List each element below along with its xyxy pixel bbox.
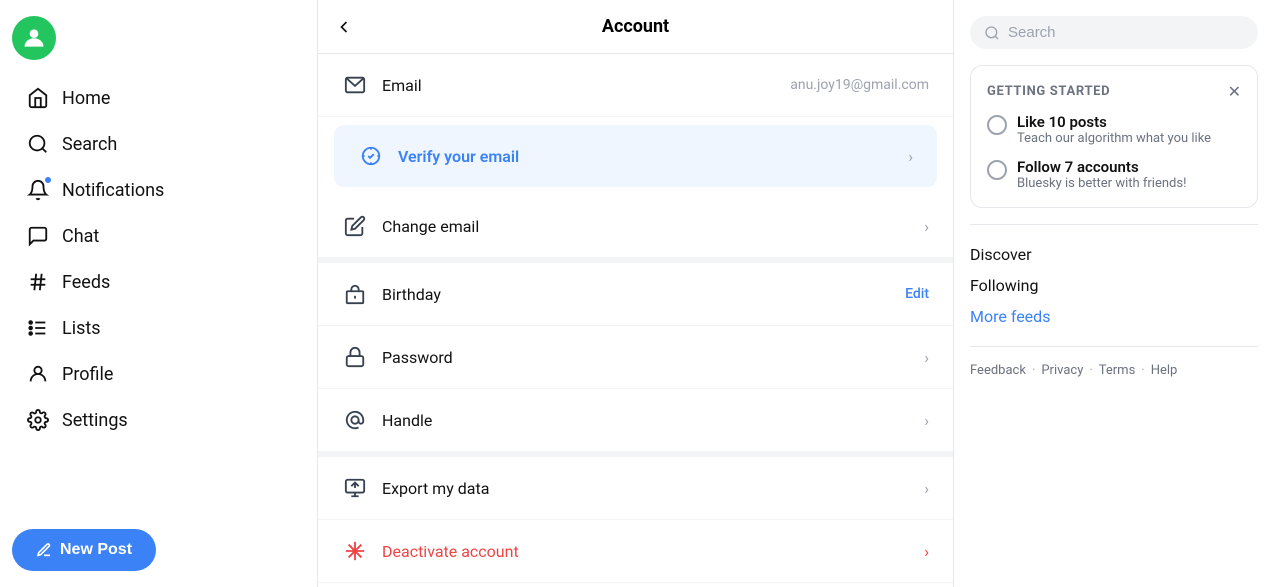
hash-icon bbox=[26, 270, 50, 294]
verify-email-row[interactable]: Verify your email › bbox=[334, 125, 937, 187]
bell-icon bbox=[26, 178, 50, 202]
email-label: Email bbox=[382, 76, 776, 95]
chat-icon bbox=[26, 224, 50, 248]
sidebar-item-label: Settings bbox=[62, 410, 128, 431]
divider bbox=[970, 224, 1258, 225]
change-email-row[interactable]: Change email › bbox=[318, 195, 953, 257]
divider-2 bbox=[970, 346, 1258, 347]
gs-circle bbox=[987, 160, 1007, 180]
email-row[interactable]: Email anu.joy19@gmail.com bbox=[318, 54, 953, 117]
delete-account-row[interactable]: Delete account › bbox=[318, 583, 953, 587]
sidebar-item-home[interactable]: Home bbox=[12, 76, 305, 120]
envelope-icon bbox=[342, 72, 368, 98]
search-container[interactable] bbox=[970, 16, 1258, 49]
page-title: Account bbox=[602, 16, 669, 37]
main-header: Account bbox=[318, 0, 953, 54]
password-row[interactable]: Password › bbox=[318, 326, 953, 389]
sidebar-item-settings[interactable]: Settings bbox=[12, 398, 305, 442]
gear-icon bbox=[26, 408, 50, 432]
new-post-button[interactable]: New Post bbox=[12, 529, 156, 571]
search-icon bbox=[984, 25, 1000, 41]
sidebar-item-search[interactable]: Search bbox=[12, 122, 305, 166]
help-link[interactable]: Help bbox=[1151, 363, 1178, 378]
gs-item-follow: Follow 7 accounts Bluesky is better with… bbox=[987, 158, 1241, 191]
search-input[interactable] bbox=[1008, 24, 1244, 41]
email-section: Email anu.joy19@gmail.com Verify your em… bbox=[318, 54, 953, 263]
gs-like-subtitle: Teach our algorithm what you like bbox=[1017, 131, 1211, 146]
account-section: Birthday Edit Password › bbox=[318, 263, 953, 457]
more-feeds-link[interactable]: More feeds bbox=[970, 303, 1258, 330]
birthday-edit-action[interactable]: Edit bbox=[905, 286, 929, 302]
privacy-link[interactable]: Privacy bbox=[1041, 363, 1083, 378]
footer-links: Feedback · Privacy · Terms · Help bbox=[970, 363, 1258, 378]
notification-badge bbox=[43, 175, 53, 185]
password-label: Password bbox=[382, 348, 910, 367]
sidebar-item-notifications[interactable]: Notifications bbox=[12, 168, 305, 212]
discover-link[interactable]: Discover bbox=[970, 241, 1258, 268]
chevron-red-icon: › bbox=[924, 542, 929, 561]
sidebar-item-feeds[interactable]: Feeds bbox=[12, 260, 305, 304]
close-button[interactable]: ✕ bbox=[1228, 82, 1241, 101]
list-icon bbox=[26, 316, 50, 340]
user-icon bbox=[26, 362, 50, 386]
chevron-icon: › bbox=[908, 147, 913, 166]
verify-icon bbox=[358, 143, 384, 169]
gs-circle bbox=[987, 115, 1007, 135]
getting-started-card: GETTING STARTED ✕ Like 10 posts Teach ou… bbox=[970, 65, 1258, 208]
handle-row[interactable]: Handle › bbox=[318, 389, 953, 451]
following-link[interactable]: Following bbox=[970, 272, 1258, 299]
gs-follow-subtitle: Bluesky is better with friends! bbox=[1017, 176, 1186, 191]
email-value: anu.joy19@gmail.com bbox=[790, 77, 929, 93]
deactivate-account-row[interactable]: Deactivate account › bbox=[318, 520, 953, 583]
at-icon bbox=[342, 407, 368, 433]
change-email-label: Change email bbox=[382, 217, 910, 236]
chevron-icon: › bbox=[924, 411, 929, 430]
account-settings-body: Email anu.joy19@gmail.com Verify your em… bbox=[318, 54, 953, 587]
handle-label: Handle bbox=[382, 411, 910, 430]
terms-link[interactable]: Terms bbox=[1099, 363, 1136, 378]
avatar[interactable] bbox=[12, 16, 56, 60]
back-button[interactable] bbox=[334, 17, 354, 37]
feeds-section: Discover Following More feeds bbox=[970, 241, 1258, 330]
sidebar-item-profile[interactable]: Profile bbox=[12, 352, 305, 396]
export-data-row[interactable]: Export my data › bbox=[318, 457, 953, 520]
birthday-icon bbox=[342, 281, 368, 307]
verify-email-label: Verify your email bbox=[398, 147, 894, 166]
birthday-row[interactable]: Birthday Edit bbox=[318, 263, 953, 326]
main-content: Account Email anu.joy19@gmail.com bbox=[318, 0, 954, 587]
chevron-icon: › bbox=[924, 348, 929, 367]
export-label: Export my data bbox=[382, 479, 910, 498]
getting-started-title: GETTING STARTED bbox=[987, 84, 1110, 99]
sidebar-item-label: Profile bbox=[62, 364, 113, 385]
sidebar-nav: Home Search Notifications bbox=[12, 76, 305, 517]
home-icon bbox=[26, 86, 50, 110]
export-icon bbox=[342, 475, 368, 501]
feedback-link[interactable]: Feedback bbox=[970, 363, 1026, 378]
sidebar-item-label: Feeds bbox=[62, 272, 110, 293]
snowflake-icon bbox=[342, 538, 368, 564]
gs-like-title: Like 10 posts bbox=[1017, 113, 1211, 131]
getting-started-header: GETTING STARTED ✕ bbox=[987, 82, 1241, 101]
sidebar-item-lists[interactable]: Lists bbox=[12, 306, 305, 350]
deactivate-label: Deactivate account bbox=[382, 542, 910, 561]
sidebar: Home Search Notifications bbox=[0, 0, 318, 587]
chevron-icon: › bbox=[924, 217, 929, 236]
chevron-icon: › bbox=[924, 479, 929, 498]
sidebar-item-label: Lists bbox=[62, 318, 101, 339]
sidebar-item-label: Search bbox=[62, 134, 117, 155]
pencil-icon bbox=[342, 213, 368, 239]
sidebar-item-label: Chat bbox=[62, 226, 99, 247]
sidebar-item-label: Notifications bbox=[62, 180, 164, 201]
lock-icon bbox=[342, 344, 368, 370]
gs-item-like: Like 10 posts Teach our algorithm what y… bbox=[987, 113, 1241, 146]
sidebar-item-chat[interactable]: Chat bbox=[12, 214, 305, 258]
gs-follow-title: Follow 7 accounts bbox=[1017, 158, 1186, 176]
search-icon bbox=[26, 132, 50, 156]
birthday-label: Birthday bbox=[382, 285, 891, 304]
new-post-label: New Post bbox=[60, 541, 132, 559]
sidebar-item-label: Home bbox=[62, 88, 110, 109]
right-panel: GETTING STARTED ✕ Like 10 posts Teach ou… bbox=[954, 0, 1274, 587]
data-section: Export my data › Deactivate account › bbox=[318, 457, 953, 587]
